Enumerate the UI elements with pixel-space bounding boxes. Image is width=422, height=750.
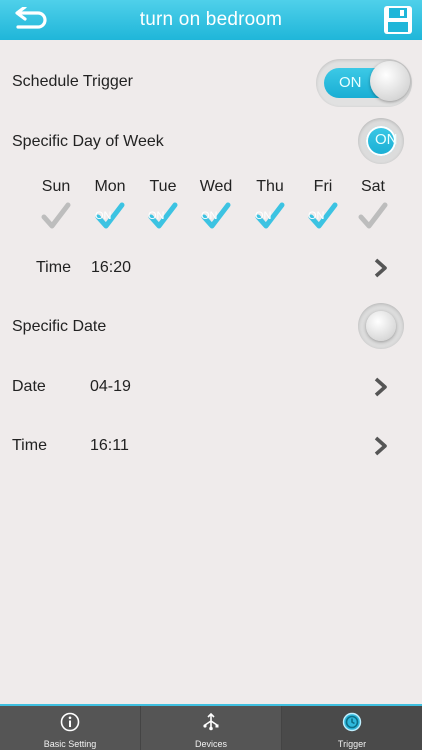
check-on-text: ON	[255, 210, 272, 222]
info-icon	[59, 711, 81, 733]
week-time-value: 16:20	[91, 259, 132, 276]
save-button[interactable]	[382, 4, 414, 36]
day-label: Mon	[94, 178, 126, 195]
day-label: Tue	[149, 178, 177, 195]
date-value: 04-19	[90, 378, 131, 395]
toggle-on-text: ON	[375, 131, 398, 148]
tab-label: Devices	[194, 739, 227, 749]
bottom-tab-bar: Basic Setting Devices Trigger	[0, 704, 422, 750]
date-row[interactable]: Date 04-19	[0, 367, 422, 407]
schedule-trigger-label: Schedule Trigger	[12, 73, 133, 90]
header-bar: turn on bedroom	[0, 0, 422, 40]
day-mon[interactable]: Mon ON	[87, 178, 133, 229]
day-thu[interactable]: Thu ON	[247, 178, 293, 229]
day-label: Thu	[256, 178, 284, 195]
tab-label: Trigger	[337, 739, 367, 749]
tab-label: Basic Setting	[43, 739, 97, 749]
toggle-on-text: ON	[339, 74, 362, 91]
date-time-label: Time	[12, 437, 47, 454]
day-label: Sat	[360, 178, 385, 195]
chevron-right-icon	[374, 435, 388, 457]
specific-date-toggle[interactable]	[358, 303, 404, 349]
day-tue[interactable]: Tue ON	[140, 178, 186, 229]
day-wed[interactable]: Wed ON	[193, 178, 239, 229]
chevron-right-icon	[374, 376, 388, 398]
date-time-row[interactable]: Time 16:11	[0, 426, 422, 466]
back-arrow-icon	[15, 7, 47, 29]
day-sun[interactable]: Sun	[33, 178, 79, 229]
specific-day-of-week-toggle[interactable]: ON	[358, 118, 404, 164]
check-on-text: ON	[148, 210, 165, 222]
specific-date-label: Specific Date	[12, 318, 107, 335]
day-label: Sun	[41, 178, 71, 195]
day-label: Wed	[199, 178, 233, 195]
save-icon	[384, 6, 412, 34]
check-on-text: ON	[95, 210, 112, 222]
checkmark-icon	[358, 202, 388, 229]
day-label: Fri	[313, 178, 333, 195]
back-button[interactable]	[12, 6, 48, 34]
week-time-label: Time	[36, 259, 71, 276]
schedule-trigger-toggle[interactable]: ON	[316, 59, 412, 107]
week-time-row[interactable]: Time 16:20	[0, 248, 422, 288]
toggle-knob	[370, 61, 410, 101]
clock-icon	[341, 711, 363, 733]
date-label: Date	[12, 378, 46, 395]
devices-icon	[200, 711, 222, 733]
specific-day-of-week-label: Specific Day of Week	[12, 133, 164, 150]
checkmark-icon	[41, 202, 71, 229]
date-time-value: 16:11	[90, 437, 129, 454]
day-fri[interactable]: Fri ON	[300, 178, 346, 229]
chevron-right-icon	[374, 257, 388, 279]
tab-trigger[interactable]: Trigger	[281, 706, 422, 750]
tab-devices[interactable]: Devices	[140, 706, 281, 750]
check-on-text: ON	[201, 210, 218, 222]
page-title: turn on bedroom	[139, 9, 283, 30]
day-sat[interactable]: Sat	[350, 178, 396, 229]
toggle-knob	[366, 311, 396, 341]
check-on-text: ON	[308, 210, 325, 222]
tab-basic-setting[interactable]: Basic Setting	[0, 706, 140, 750]
